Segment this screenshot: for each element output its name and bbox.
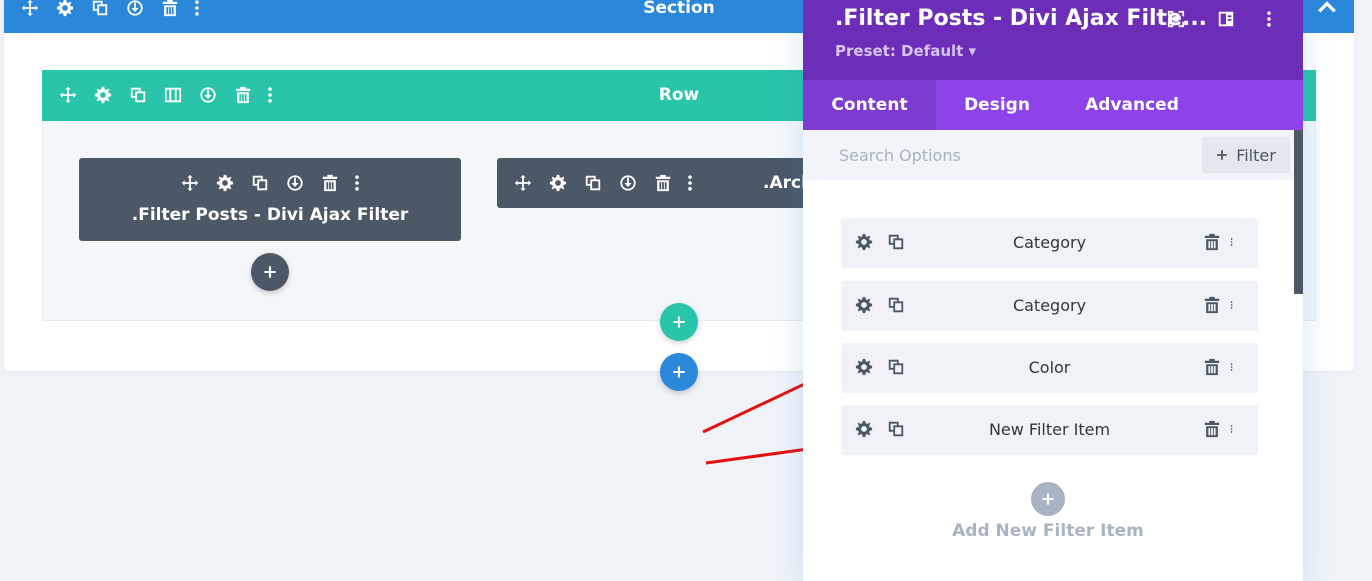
gear-icon[interactable] — [855, 233, 873, 251]
filter-item[interactable]: Category — [841, 218, 1258, 268]
gear-icon[interactable] — [855, 296, 873, 314]
more-icon[interactable] — [1231, 358, 1241, 376]
gear-icon[interactable] — [855, 420, 873, 438]
gear-icon[interactable] — [855, 358, 873, 376]
filter-item[interactable]: Category — [841, 281, 1258, 331]
trash-icon[interactable] — [1203, 233, 1221, 251]
panel-title: .Filter Posts - Divi Ajax Filte... — [835, 6, 1208, 31]
add-filter-item-button[interactable] — [1031, 482, 1065, 516]
split-view-icon[interactable] — [1217, 10, 1237, 30]
tab-advanced[interactable]: Advanced — [1058, 80, 1206, 130]
module-settings-panel: .Filter Posts - Divi Ajax Filte... Prese… — [803, 0, 1303, 581]
search-row: Filter — [803, 130, 1303, 180]
filter-button-label: Filter — [1236, 145, 1276, 165]
more-icon[interactable] — [1231, 233, 1241, 251]
search-input[interactable] — [839, 136, 1179, 174]
filter-button[interactable]: Filter — [1202, 137, 1290, 173]
duplicate-icon[interactable] — [887, 358, 905, 376]
duplicate-icon[interactable] — [887, 233, 905, 251]
filter-item[interactable]: New Filter Item — [841, 405, 1258, 455]
trash-icon[interactable] — [1203, 296, 1221, 314]
tab-design[interactable]: Design — [936, 80, 1058, 130]
preset-dropdown[interactable]: Preset: Default ▾ — [835, 42, 976, 60]
tab-content[interactable]: Content — [803, 80, 936, 130]
panel-header: .Filter Posts - Divi Ajax Filte... Prese… — [803, 0, 1303, 80]
trash-icon[interactable] — [1203, 420, 1221, 438]
more-icon[interactable] — [1231, 296, 1241, 314]
more-icon[interactable] — [1231, 420, 1241, 438]
plus-icon — [1041, 492, 1055, 506]
trash-icon[interactable] — [1203, 358, 1221, 376]
panel-tabs: Content Design Advanced — [803, 80, 1303, 130]
duplicate-icon[interactable] — [887, 296, 905, 314]
plus-icon — [1216, 149, 1228, 161]
duplicate-icon[interactable] — [887, 420, 905, 438]
panel-scrollbar[interactable] — [1294, 130, 1303, 294]
filter-item[interactable]: Color — [841, 343, 1258, 393]
expand-icon[interactable] — [1167, 10, 1187, 30]
add-filter-item-label[interactable]: Add New Filter Item — [803, 521, 1293, 541]
more-icon[interactable] — [1260, 10, 1280, 30]
